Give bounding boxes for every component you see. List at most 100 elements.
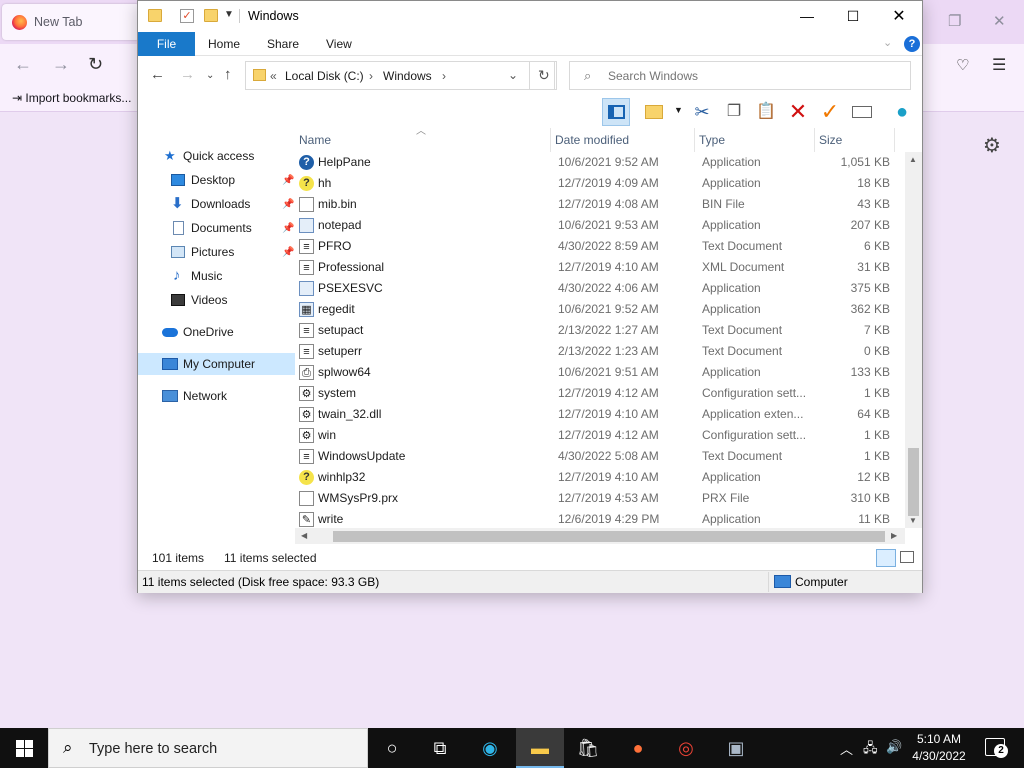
tab-file[interactable]: File — [138, 32, 195, 56]
table-row[interactable]: ≡ setuperr 2/13/2022 1:23 AM Text Document 0… — [295, 341, 905, 362]
tab-view[interactable]: View — [326, 32, 352, 56]
table-row[interactable]: ≡ WindowsUpdate 4/30/2022 5:08 AM Text Docu… — [295, 446, 905, 467]
table-row[interactable]: ? HelpPane 10/6/2021 9:52 AM Application 1,0… — [295, 152, 905, 173]
table-row[interactable]: notepad 10/6/2021 9:53 AM Application 207 K… — [295, 215, 905, 236]
breadcrumb-chevron-icon[interactable]: › — [442, 69, 446, 83]
horizontal-scroll-thumb[interactable] — [333, 531, 885, 542]
help-icon[interactable]: ? — [904, 36, 920, 52]
table-row[interactable]: ? winhlp32 12/7/2019 4:10 AM Application 12 … — [295, 467, 905, 488]
table-row[interactable]: ≡ Professional 12/7/2019 4:10 AM XML Docume… — [295, 257, 905, 278]
column-name[interactable]: Name — [295, 128, 551, 152]
task-view-button[interactable]: ⧉ — [416, 728, 464, 768]
import-bookmarks-link[interactable]: ⇥ Import bookmarks... — [12, 91, 131, 105]
table-row[interactable]: ? hh 12/7/2019 4:09 AM Application 18 KB — [295, 173, 905, 194]
taskbar-search-box[interactable]: ⌕ Type here to search — [48, 728, 368, 768]
firefox-tab-new-tab[interactable]: New Tab — [2, 4, 140, 40]
breadcrumb-windows[interactable]: Windows — [383, 69, 432, 83]
scroll-left-icon[interactable]: ◀ — [301, 531, 307, 540]
table-row[interactable]: ✎ write 12/6/2019 4:29 PM Application 11 KB — [295, 509, 905, 530]
column-date-modified[interactable]: Date modified — [551, 128, 695, 152]
vertical-scroll-thumb[interactable] — [908, 448, 919, 516]
refresh-button[interactable]: ↻ — [529, 61, 557, 90]
close-button[interactable]: ✕ — [876, 1, 922, 32]
restore-icon[interactable]: ❐ — [948, 12, 961, 30]
forward-button[interactable]: → — [180, 66, 195, 83]
preview-pane-button[interactable] — [602, 98, 630, 126]
clock-date[interactable]: 4/30/2022 — [911, 749, 967, 763]
breadcrumb-overflow-icon[interactable]: « — [270, 69, 277, 83]
nav-downloads[interactable]: ⬇ Downloads 📌 — [138, 193, 295, 215]
table-row[interactable]: PSEXESVC 4/30/2022 4:06 AM Application 375 … — [295, 278, 905, 299]
breadcrumb-chevron-icon[interactable]: › — [369, 69, 373, 83]
pin-icon[interactable]: 📌 — [282, 170, 294, 192]
gear-icon[interactable]: ⚙ — [983, 133, 1001, 158]
properties-icon[interactable]: ✓ — [180, 9, 194, 23]
nav-pictures[interactable]: Pictures 📌 — [138, 241, 295, 263]
nav-network[interactable]: Network — [138, 385, 295, 407]
shell-button[interactable]: ● — [888, 98, 916, 126]
pocket-icon[interactable]: ♡ — [956, 56, 969, 74]
search-input[interactable] — [608, 62, 898, 89]
table-row[interactable]: ⎙ splwow64 10/6/2021 9:51 AM Application 133… — [295, 362, 905, 383]
breadcrumb-local-disk[interactable]: Local Disk (C:) — [285, 69, 364, 83]
back-icon[interactable]: ← — [14, 54, 32, 75]
copy-button[interactable]: ❐ — [720, 98, 748, 126]
expand-ribbon-icon[interactable]: ⌄ — [883, 36, 892, 49]
cortana-button[interactable]: ○ — [368, 728, 416, 768]
views-dropdown-icon[interactable]: ▼ — [674, 105, 683, 115]
tab-share[interactable]: Share — [267, 32, 299, 56]
nav-videos[interactable]: Videos — [138, 289, 295, 311]
address-dropdown-icon[interactable]: ⌄ — [508, 68, 518, 82]
rename-button[interactable] — [848, 98, 876, 126]
properties-button[interactable]: ✓ — [816, 98, 844, 126]
app-button[interactable]: ▣ — [712, 728, 760, 768]
large-icons-view-button[interactable] — [900, 551, 914, 563]
start-button[interactable] — [0, 728, 48, 768]
scroll-right-icon[interactable]: ▶ — [891, 531, 897, 540]
edge-button[interactable]: ◉ — [466, 728, 514, 768]
nav-documents[interactable]: Documents 📌 — [138, 217, 295, 239]
cut-button[interactable]: ✂ — [688, 98, 716, 126]
details-view-button[interactable] — [876, 549, 896, 567]
forward-icon[interactable]: → — [52, 54, 70, 75]
up-button[interactable]: ↑ — [224, 66, 232, 83]
tab-home[interactable]: Home — [208, 32, 240, 56]
show-hidden-icons-icon[interactable]: ︿ — [840, 739, 853, 758]
minimize-button[interactable]: — — [784, 1, 830, 32]
horizontal-scrollbar[interactable]: ◀ ▶ — [295, 528, 905, 545]
address-bar[interactable]: « Local Disk (C:) › Windows › ⌄ — [245, 61, 555, 90]
table-row[interactable]: ≡ PFRO 4/30/2022 8:59 AM Text Document 6 KB — [295, 236, 905, 257]
file-explorer-button[interactable]: ▬ — [516, 728, 564, 768]
column-size[interactable]: Size — [815, 128, 895, 152]
search-box[interactable]: ⌕ — [569, 61, 911, 90]
table-row[interactable]: ≡ setupact 2/13/2022 1:27 AM Text Document 7… — [295, 320, 905, 341]
table-row[interactable]: mib.bin 12/7/2019 4:08 AM BIN File 43 KB — [295, 194, 905, 215]
clock-time[interactable]: 5:10 AM — [916, 732, 962, 746]
recent-locations-icon[interactable]: ⌄ — [206, 70, 214, 81]
table-row[interactable]: ⚙ system 12/7/2019 4:12 AM Configuration se… — [295, 383, 905, 404]
nav-onedrive[interactable]: OneDrive — [138, 321, 295, 343]
network-icon[interactable]: 🖧 — [863, 739, 878, 761]
nav-quick-access[interactable]: ★ Quick access — [138, 145, 295, 167]
vertical-scrollbar[interactable]: ▲ ▼ — [905, 152, 922, 528]
new-folder-icon[interactable] — [204, 9, 218, 22]
nav-desktop[interactable]: Desktop 📌 — [138, 169, 295, 191]
close-icon[interactable]: ✕ — [993, 12, 1006, 30]
back-button[interactable]: ← — [150, 66, 165, 83]
table-row[interactable]: WMSysPr9.prx 12/7/2019 4:53 AM PRX File 310… — [295, 488, 905, 509]
maximize-button[interactable]: ☐ — [830, 1, 876, 32]
pin-icon[interactable]: 📌 — [282, 218, 294, 240]
volume-icon[interactable]: 🔊 — [886, 739, 902, 755]
table-row[interactable]: ⚙ twain_32.dll 12/7/2019 4:10 AM Applicatio… — [295, 404, 905, 425]
scroll-down-icon[interactable]: ▼ — [909, 516, 917, 525]
pin-icon[interactable]: 📌 — [282, 194, 294, 216]
paste-button[interactable]: 📋 — [752, 98, 780, 126]
store-button[interactable]: 🛍 — [564, 728, 612, 768]
reload-icon[interactable]: ↻ — [88, 54, 103, 75]
delete-button[interactable]: ✕ — [784, 98, 812, 126]
menu-icon[interactable]: ☰ — [992, 55, 1006, 75]
scroll-up-icon[interactable]: ▲ — [909, 155, 917, 164]
nav-music[interactable]: ♪ Music — [138, 265, 295, 287]
chrome-button[interactable]: ◎ — [662, 728, 710, 768]
views-button[interactable] — [640, 98, 668, 126]
